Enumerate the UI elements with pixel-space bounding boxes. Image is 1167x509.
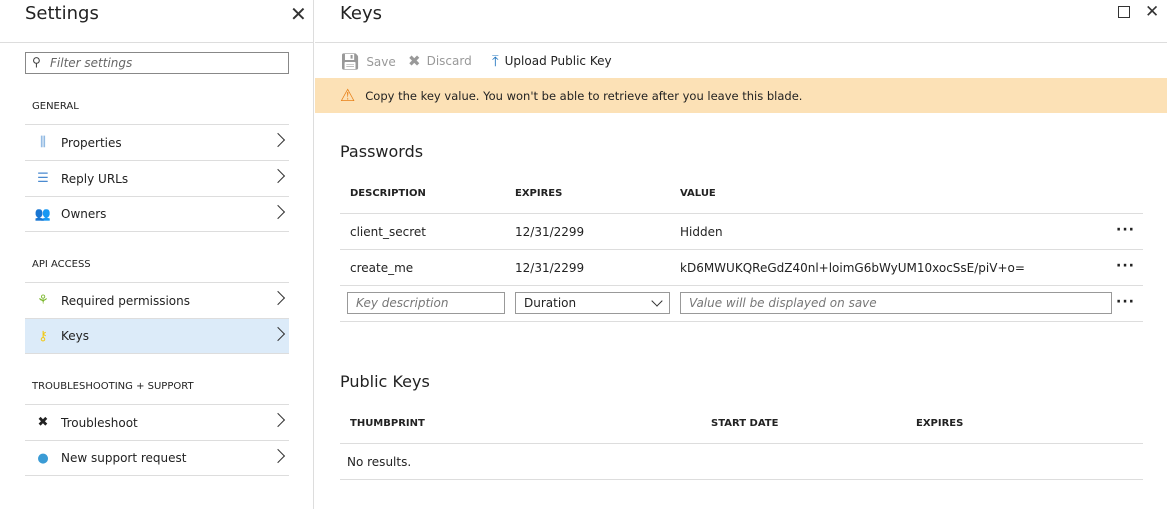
sidebar-item-reply-urls[interactable]: ☰ Reply URLs <box>25 160 289 196</box>
section-troubleshooting: TROUBLESHOOTING + SUPPORT <box>32 381 194 392</box>
duration-select[interactable]: Duration <box>515 292 670 314</box>
item-label: New support request <box>61 451 187 465</box>
support-icon: ● <box>37 450 49 466</box>
row-description: client_secret <box>350 225 426 239</box>
col-description: DESCRIPTION <box>350 188 426 199</box>
keys-blade: Keys ✕ 💾︎ Save ✖ Discard ⤒ Upload Public Ke… <box>315 0 1167 509</box>
col-expires: EXPIRES <box>515 188 563 199</box>
row-value: Hidden <box>680 225 723 239</box>
row-expires: 12/31/2299 <box>515 261 585 275</box>
row-expires: 12/31/2299 <box>515 225 585 239</box>
list-icon: ☰ <box>37 171 49 186</box>
filter-placeholder: Filter settings <box>50 56 133 70</box>
close-icon[interactable]: ✕ <box>1145 2 1159 22</box>
duration-value: Duration <box>524 296 577 310</box>
filter-settings-input[interactable]: ⚲ Filter settings <box>25 52 289 74</box>
no-results-text: No results. <box>347 455 412 469</box>
sidebar-item-keys[interactable]: ⚷ Keys <box>25 318 289 354</box>
settings-title: Settings <box>25 3 99 24</box>
save-label: Save <box>366 54 396 69</box>
chevron-right-icon <box>270 326 286 342</box>
sidebar-item-required-permissions[interactable]: ⚘ Required permissions <box>25 282 289 318</box>
upload-icon: ⤒ <box>492 52 499 70</box>
item-label: Reply URLs <box>61 171 129 186</box>
key-description-input[interactable]: Key description <box>347 292 505 314</box>
key-icon: ⚷ <box>38 328 48 344</box>
item-label: Properties <box>61 135 122 150</box>
search-icon: ⚲ <box>32 55 41 69</box>
chevron-right-icon <box>270 204 286 220</box>
upload-label: Upload Public Key <box>504 54 612 68</box>
public-keys-title: Public Keys <box>340 372 430 391</box>
item-label: Troubleshoot <box>61 415 138 430</box>
sidebar-item-troubleshoot[interactable]: ✖ Troubleshoot <box>25 404 289 440</box>
item-label: Required permissions <box>61 293 191 308</box>
permissions-icon: ⚘ <box>37 293 49 308</box>
discard-icon: ✖ <box>408 52 421 70</box>
keys-title: Keys <box>340 3 383 24</box>
save-icon: 💾︎ <box>340 52 361 71</box>
chevron-right-icon <box>270 448 286 464</box>
properties-icon: ⫼ <box>40 135 46 150</box>
save-button[interactable]: 💾︎ Save <box>340 52 396 71</box>
sidebar-item-new-support-request[interactable]: ● New support request <box>25 440 289 476</box>
row-description: create_me <box>350 261 414 275</box>
sidebar-item-properties[interactable]: ⫼ Properties <box>25 124 289 160</box>
owners-icon: 👥 <box>34 206 52 222</box>
section-general: GENERAL <box>32 101 79 112</box>
item-label: Keys <box>61 329 90 343</box>
col-expires: EXPIRES <box>916 418 964 429</box>
passwords-title: Passwords <box>340 142 424 161</box>
tools-icon: ✖ <box>37 415 49 430</box>
warning-text: Copy the key value. You won't be able to… <box>365 88 803 103</box>
upload-public-key-button[interactable]: ⤒ Upload Public Key <box>492 52 612 70</box>
settings-blade: Settings ✕ ⚲ Filter settings GENERAL ⫼ Pr… <box>0 0 314 509</box>
discard-button[interactable]: ✖ Discard <box>408 52 472 70</box>
col-start-date: START DATE <box>711 418 779 429</box>
warning-icon: ⚠ <box>340 85 356 106</box>
row-value[interactable]: kD6MWUKQReGdZ40nl+loimG6bWyUM10xocSsE/pi… <box>680 261 1025 275</box>
chevron-right-icon <box>270 168 286 184</box>
sidebar-item-owners[interactable]: 👥 Owners <box>25 196 289 232</box>
value-input[interactable]: Value will be displayed on save <box>680 292 1112 314</box>
chevron-right-icon <box>270 132 286 148</box>
chevron-right-icon <box>270 412 286 428</box>
close-icon[interactable]: ✕ <box>290 2 307 26</box>
chevron-down-icon <box>651 295 663 307</box>
more-icon[interactable]: ··· <box>1116 258 1135 274</box>
more-icon[interactable]: ··· <box>1116 294 1135 310</box>
section-api-access: API ACCESS <box>32 259 91 270</box>
col-value: VALUE <box>680 188 716 199</box>
col-thumbprint: THUMBPRINT <box>350 418 425 429</box>
more-icon[interactable]: ··· <box>1116 222 1135 238</box>
item-label: Owners <box>61 207 107 221</box>
warning-banner: ⚠ Copy the key value. You won't be able … <box>315 78 1167 113</box>
chevron-right-icon <box>270 290 286 306</box>
maximize-icon[interactable] <box>1118 6 1130 18</box>
discard-label: Discard <box>426 54 472 68</box>
